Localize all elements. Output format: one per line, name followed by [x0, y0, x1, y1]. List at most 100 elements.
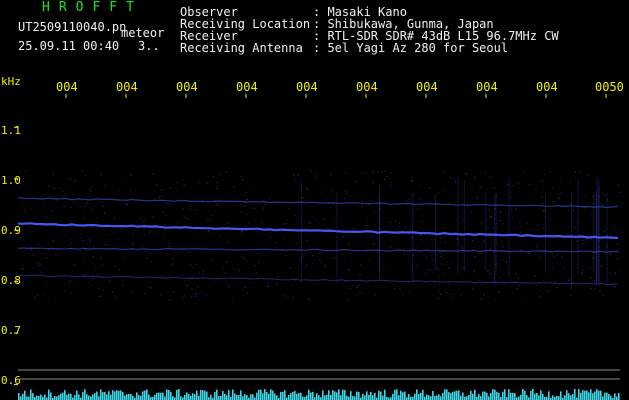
- noise-speck: [334, 220, 336, 222]
- level-bar: [68, 393, 70, 400]
- level-bar: [454, 391, 456, 400]
- level-bar: [88, 395, 90, 400]
- level-bar: [258, 389, 260, 400]
- noise-speck: [187, 285, 189, 287]
- noise-speck: [539, 296, 542, 298]
- noise-speck: [366, 218, 368, 220]
- noise-speck: [581, 239, 584, 241]
- noise-speck: [248, 222, 250, 224]
- level-bar: [522, 389, 524, 400]
- noise-speck: [132, 292, 135, 295]
- noise-speck: [261, 253, 264, 256]
- level-bar: [618, 393, 620, 400]
- level-bar: [58, 395, 60, 400]
- noise-speck: [218, 209, 221, 211]
- noise-speck: [69, 244, 71, 246]
- noise-speck: [437, 298, 439, 300]
- level-bar: [202, 390, 204, 400]
- noise-speck: [369, 271, 371, 273]
- level-bar: [284, 390, 286, 400]
- level-bar: [572, 394, 574, 400]
- level-bar: [82, 391, 84, 400]
- noise-speck: [292, 174, 295, 176]
- noise-speck: [148, 232, 150, 234]
- noise-speck: [104, 184, 106, 187]
- noise-speck: [345, 193, 348, 195]
- noise-speck: [547, 217, 549, 220]
- noise-speck: [144, 234, 146, 236]
- noise-speck: [186, 203, 189, 206]
- noise-speck: [582, 274, 584, 276]
- noise-speck: [425, 256, 427, 258]
- noise-speck: [126, 203, 128, 205]
- noise-speck: [285, 295, 287, 297]
- noise-speck: [320, 261, 322, 263]
- noise-speck: [214, 195, 217, 197]
- noise-speck: [455, 297, 457, 300]
- noise-speck: [195, 294, 197, 296]
- noise-speck: [559, 180, 562, 182]
- noise-speck: [537, 244, 539, 246]
- noise-speck: [304, 266, 307, 268]
- level-bar: [338, 389, 340, 400]
- noise-speck: [599, 290, 601, 292]
- level-bar: [38, 396, 40, 400]
- noise-speck: [193, 295, 195, 297]
- noise-speck: [364, 193, 366, 195]
- noise-speck: [603, 194, 606, 196]
- level-bar: [364, 395, 366, 400]
- noise-speck: [542, 227, 544, 229]
- noise-speck: [361, 171, 363, 174]
- noise-speck: [240, 282, 242, 284]
- noise-speck: [449, 176, 451, 178]
- level-bar: [518, 396, 520, 400]
- level-bar: [354, 396, 356, 400]
- level-bar: [526, 395, 528, 400]
- noise-speck: [421, 239, 423, 241]
- level-bar: [588, 392, 590, 400]
- noise-speck: [497, 262, 499, 264]
- noise-speck: [123, 227, 125, 229]
- noise-speck: [150, 261, 153, 263]
- noise-speck: [37, 265, 39, 267]
- noise-speck: [399, 222, 401, 224]
- level-bar: [296, 393, 298, 400]
- level-bar: [566, 390, 568, 400]
- noise-speck: [564, 266, 566, 268]
- noise-speck: [540, 286, 542, 288]
- noise-speck: [278, 215, 280, 217]
- noise-speck: [53, 170, 55, 172]
- noise-speck: [206, 294, 208, 296]
- signal-level-bar: [18, 389, 620, 400]
- noise-speck: [54, 254, 57, 256]
- noise-speck: [37, 243, 39, 245]
- noise-speck: [129, 189, 132, 191]
- noise-speck: [593, 280, 595, 282]
- noise-speck: [561, 256, 563, 258]
- level-bar: [294, 391, 296, 400]
- noise-speck: [465, 172, 467, 174]
- noise-speck: [565, 273, 567, 275]
- noise-speck: [432, 259, 434, 261]
- noise-speck: [69, 280, 71, 282]
- noise-speck: [461, 192, 463, 194]
- level-bar: [264, 389, 266, 400]
- noise-speck: [326, 199, 329, 201]
- noise-speck: [515, 287, 518, 289]
- level-bar: [84, 389, 86, 400]
- noise-speck: [568, 226, 570, 228]
- level-bar: [196, 390, 198, 400]
- noise-speck: [600, 265, 603, 267]
- noise-speck: [63, 205, 65, 207]
- noise-speck: [585, 194, 587, 196]
- noise-speck: [550, 218, 552, 220]
- level-bar: [614, 393, 616, 400]
- noise-speck: [43, 194, 45, 196]
- noise-speck: [265, 227, 268, 229]
- level-bar: [610, 395, 612, 400]
- noise-speck: [88, 246, 91, 248]
- level-bar: [442, 392, 444, 400]
- noise-speck: [438, 290, 440, 292]
- noise-speck: [302, 197, 304, 199]
- noise-speck: [143, 220, 146, 222]
